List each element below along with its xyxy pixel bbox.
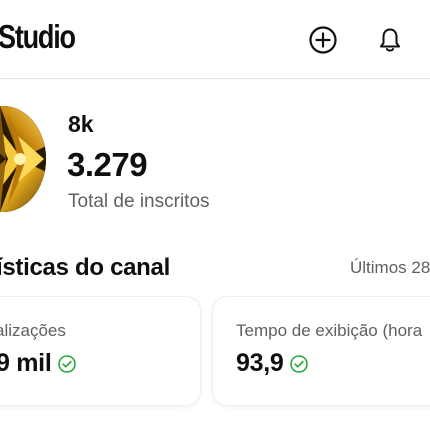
avatar-artwork bbox=[0, 106, 46, 212]
metric-card-watch-time[interactable]: Tempo de exibição (hora 93,9 bbox=[213, 297, 430, 405]
metric-value-row: 93,9 bbox=[236, 349, 309, 378]
section-title: ísticas do canal bbox=[0, 254, 170, 281]
metric-value-row: 9 mil bbox=[0, 349, 77, 378]
add-circle-icon[interactable] bbox=[307, 24, 339, 56]
metric-label: Tempo de exibição (hora bbox=[236, 321, 423, 340]
channel-name: 8k bbox=[68, 111, 94, 137]
metric-label: alizações bbox=[0, 321, 66, 340]
metric-value: 93,9 bbox=[236, 349, 284, 377]
top-app-bar: Studio bbox=[0, 0, 430, 79]
studio-screen: Studio 8k 3.279 Total de inscritos ístic… bbox=[0, 0, 430, 430]
check-circle-icon bbox=[58, 354, 77, 373]
app-title: Studio bbox=[0, 18, 76, 55]
subscriber-label: Total de inscritos bbox=[68, 191, 210, 212]
check-circle-icon bbox=[290, 354, 309, 373]
metric-value: 9 mil bbox=[0, 349, 52, 377]
channel-avatar[interactable] bbox=[0, 106, 46, 212]
metric-card-views[interactable]: alizações 9 mil bbox=[0, 297, 200, 405]
period-selector[interactable]: Últimos 28 bbox=[350, 258, 430, 278]
bell-icon[interactable] bbox=[374, 24, 406, 56]
subscriber-count: 3.279 bbox=[67, 146, 148, 183]
